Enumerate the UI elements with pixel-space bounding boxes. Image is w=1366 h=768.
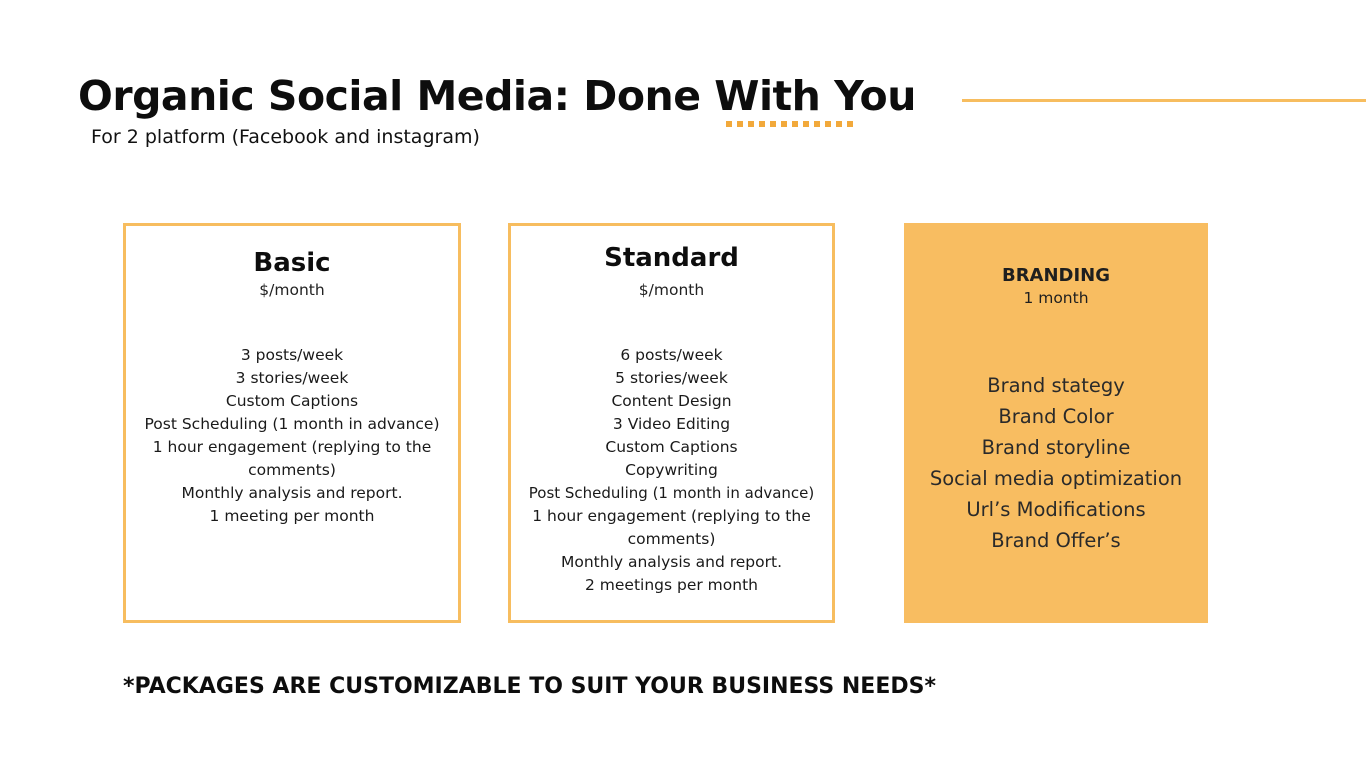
feature-item: Brand storyline: [981, 436, 1131, 459]
title-accent-line: [962, 99, 1366, 102]
feature-item: 1 hour engagement (replying to the comme…: [532, 507, 811, 548]
feature-item: 2 meetings per month: [585, 576, 758, 594]
feature-item: Content Design: [611, 392, 732, 410]
feature-item: 1 meeting per month: [209, 507, 375, 525]
title-dotted-underline: [726, 121, 856, 127]
package-card-standard: Standard $/month 6 posts/week 5 stories/…: [508, 223, 835, 623]
feature-item: Post Scheduling (1 month in advance): [144, 415, 440, 433]
package-price: 1 month: [1023, 289, 1089, 307]
feature-item: 3 stories/week: [235, 369, 349, 387]
feature-item: Brand Color: [998, 405, 1114, 428]
feature-list: 6 posts/week 5 stories/week Content Desi…: [509, 344, 834, 597]
feature-list: Brand stategy Brand Color Brand storylin…: [902, 370, 1210, 556]
package-price: $/month: [259, 281, 325, 299]
feature-item: Url’s Modifications: [966, 498, 1146, 521]
package-card-basic: Basic $/month 3 posts/week 3 stories/wee…: [123, 223, 461, 623]
feature-item: Custom Captions: [605, 438, 738, 456]
customizable-note: *PACKAGES ARE CUSTOMIZABLE TO SUIT YOUR …: [123, 674, 936, 699]
package-name: BRANDING: [1001, 265, 1111, 286]
package-name: Basic: [253, 248, 331, 278]
package-name: Standard: [604, 243, 739, 273]
package-card-branding: BRANDING 1 month Brand stategy Brand Col…: [904, 223, 1208, 623]
feature-list: 3 posts/week 3 stories/week Custom Capti…: [124, 344, 460, 528]
feature-item: Post Scheduling (1 month in advance): [528, 484, 815, 502]
feature-item: 3 posts/week: [240, 346, 344, 364]
package-price: $/month: [638, 281, 705, 299]
slide: Organic Social Media: Done With You For …: [0, 0, 1366, 768]
feature-item: Monthly analysis and report.: [560, 553, 783, 571]
feature-item: Brand stategy: [987, 374, 1125, 397]
feature-item: Social media optimization: [929, 467, 1183, 490]
feature-item: 5 stories/week: [615, 369, 728, 387]
feature-item: 1 hour engagement (replying to the comme…: [152, 438, 432, 479]
feature-item: Copywriting: [625, 461, 718, 479]
feature-item: Custom Captions: [225, 392, 359, 410]
feature-item: 6 posts/week: [620, 346, 723, 364]
feature-item: 3 Video Editing: [612, 415, 731, 433]
feature-item: Monthly analysis and report.: [181, 484, 403, 502]
page-subtitle: For 2 platform (Facebook and instagram): [91, 126, 480, 148]
page-title: Organic Social Media: Done With You: [78, 72, 916, 120]
feature-item: Brand Offer’s: [991, 529, 1121, 552]
